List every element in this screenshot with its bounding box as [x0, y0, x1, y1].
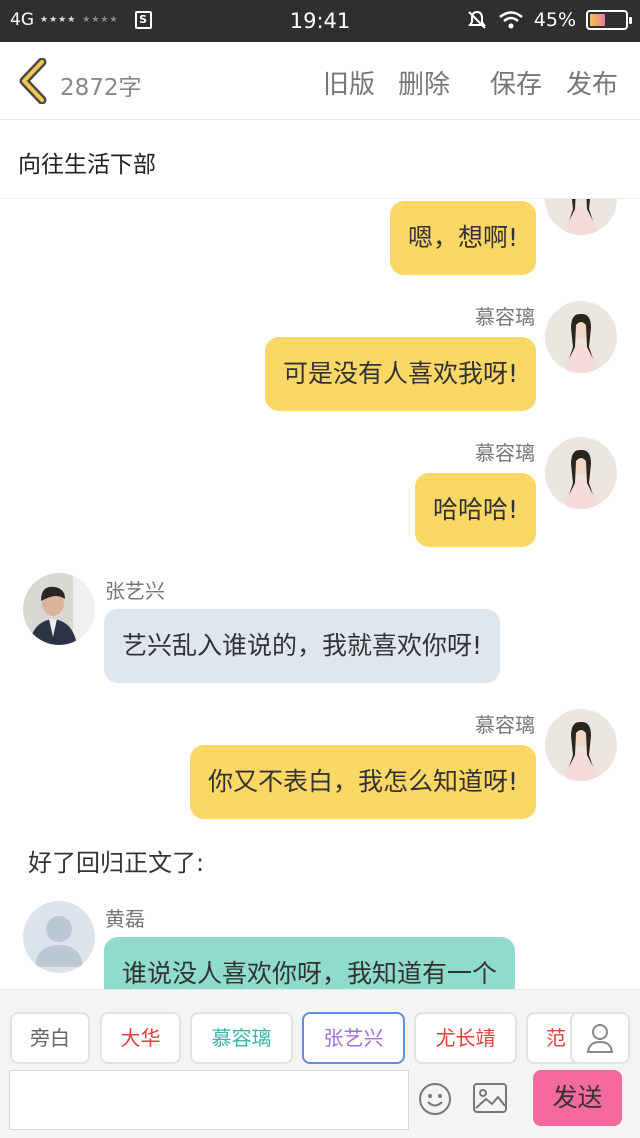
- sender-name: 张艺兴: [105, 579, 165, 603]
- editor-header: 2872字 旧版 删除 保存 发布: [0, 42, 640, 120]
- battery-icon: [586, 10, 632, 30]
- save-button[interactable]: 保存: [490, 64, 542, 101]
- narration-text[interactable]: 好了回归正文了:: [28, 843, 204, 878]
- story-title: 向往生活下部: [18, 152, 156, 178]
- character-chip-zhangyixing[interactable]: 张艺兴: [302, 1012, 405, 1064]
- message-bubble[interactable]: 嗯，想啊!: [389, 201, 536, 275]
- status-bar: 4G ★★★★ ★★★★ S 19:41 45%: [0, 0, 640, 42]
- character-chip-narrator[interactable]: 旁白: [10, 1012, 90, 1064]
- emoji-icon[interactable]: [418, 1082, 452, 1116]
- message-bubble[interactable]: 谁说没人喜欢你呀，我知道有一个: [104, 937, 516, 989]
- avatar-murongli[interactable]: [545, 437, 617, 509]
- avatar-murongli[interactable]: [545, 301, 617, 373]
- delete-button[interactable]: 删除: [398, 64, 450, 101]
- chat-area[interactable]: 嗯，想啊! 慕容璃 可是没有人喜欢我呀! 慕容璃 哈哈哈! 张艺兴 艺兴乱入谁说…: [0, 199, 640, 989]
- sender-name: 慕容璃: [475, 441, 535, 465]
- sender-name: 慕容璃: [475, 713, 535, 737]
- battery-percent: 45%: [533, 9, 576, 31]
- publish-button[interactable]: 发布: [566, 64, 618, 101]
- message-bubble[interactable]: 哈哈哈!: [414, 473, 536, 547]
- old-version-button[interactable]: 旧版: [323, 64, 375, 101]
- message-bubble[interactable]: 可是没有人喜欢我呀!: [264, 337, 536, 411]
- story-title-row[interactable]: 向往生活下部: [0, 121, 640, 199]
- avatar-zhangyixing[interactable]: [23, 573, 95, 645]
- back-icon[interactable]: [16, 58, 50, 104]
- message-bubble[interactable]: 艺兴乱入谁说的，我就喜欢你呀!: [104, 609, 501, 683]
- character-chip-youchangjing[interactable]: 尤长靖: [414, 1012, 517, 1064]
- character-chip-murongli[interactable]: 慕容璃: [190, 1012, 293, 1064]
- image-icon[interactable]: [472, 1082, 508, 1114]
- character-chip-dahua[interactable]: 大华: [100, 1012, 181, 1064]
- avatar-murongli[interactable]: [545, 709, 617, 781]
- character-manage-button[interactable]: [570, 1012, 630, 1064]
- person-icon: [586, 1024, 614, 1053]
- message-input[interactable]: [9, 1070, 409, 1130]
- avatar-huanglei[interactable]: [23, 901, 95, 973]
- status-right-group: 45%: [466, 9, 632, 31]
- composer-bar: 旁白 大华 慕容璃 张艺兴 尤长靖 范 发送: [0, 989, 640, 1138]
- sender-name: 黄磊: [105, 907, 145, 931]
- mute-icon: [467, 10, 486, 29]
- battery-level: [590, 14, 605, 26]
- sender-name: 慕容璃: [475, 305, 535, 329]
- wifi-icon: [498, 11, 523, 29]
- word-count: 2872字: [60, 75, 142, 101]
- message-bubble[interactable]: 你又不表白，我怎么知道呀!: [189, 745, 536, 819]
- send-button[interactable]: 发送: [533, 1070, 622, 1126]
- avatar-murongli[interactable]: [545, 199, 617, 235]
